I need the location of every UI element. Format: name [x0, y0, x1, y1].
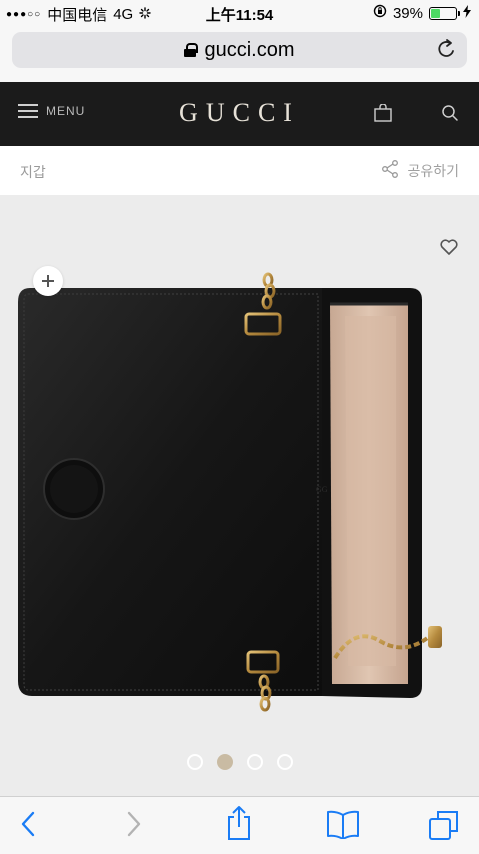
- url-text: gucci.com: [204, 38, 295, 61]
- orientation-lock-icon: [373, 4, 387, 22]
- share-icon: [381, 160, 399, 181]
- charging-icon: [463, 4, 471, 22]
- forward-icon[interactable]: [124, 809, 144, 844]
- lock-icon: [184, 43, 199, 57]
- site-header: MENU GUCCI: [0, 82, 479, 146]
- status-bar: ●●●○○ 中国电信 4G 上午11:54 39%: [0, 0, 479, 26]
- gallery-dot[interactable]: [186, 754, 203, 770]
- address-bar[interactable]: gucci.com: [12, 32, 467, 68]
- breadcrumb-category[interactable]: 지갑: [20, 162, 46, 182]
- product-image-wallet-on-chain: GG: [18, 272, 442, 712]
- status-right: 39%: [373, 4, 471, 22]
- product-gallery[interactable]: GG: [0, 196, 479, 796]
- battery-icon: [429, 6, 460, 20]
- wishlist-heart-icon[interactable]: [439, 238, 459, 261]
- search-icon[interactable]: [441, 104, 459, 127]
- reload-icon[interactable]: [435, 38, 457, 68]
- share-button[interactable]: 공유하기: [381, 160, 459, 181]
- bookmarks-icon[interactable]: [326, 809, 360, 844]
- battery-level: [431, 8, 441, 18]
- browser-toolbar: [0, 796, 479, 854]
- battery-percent: 39%: [392, 4, 423, 22]
- shopping-bag-icon[interactable]: [373, 103, 393, 127]
- gallery-dot[interactable]: [216, 754, 233, 770]
- gallery-dot[interactable]: [276, 754, 293, 770]
- breadcrumb-row: 지갑 공유하기: [0, 146, 479, 196]
- browser-chrome: gucci.com: [0, 26, 479, 82]
- svg-text:GG: GG: [316, 485, 328, 494]
- zoom-plus-button[interactable]: [33, 266, 63, 296]
- gallery-pagination: [0, 754, 479, 770]
- gallery-dot[interactable]: [246, 754, 263, 770]
- share-label: 공유하기: [407, 162, 459, 179]
- gucci-logo[interactable]: GUCCI: [0, 98, 479, 128]
- back-icon[interactable]: [18, 809, 38, 844]
- share-sheet-icon[interactable]: [226, 805, 252, 846]
- tabs-icon[interactable]: [428, 809, 460, 846]
